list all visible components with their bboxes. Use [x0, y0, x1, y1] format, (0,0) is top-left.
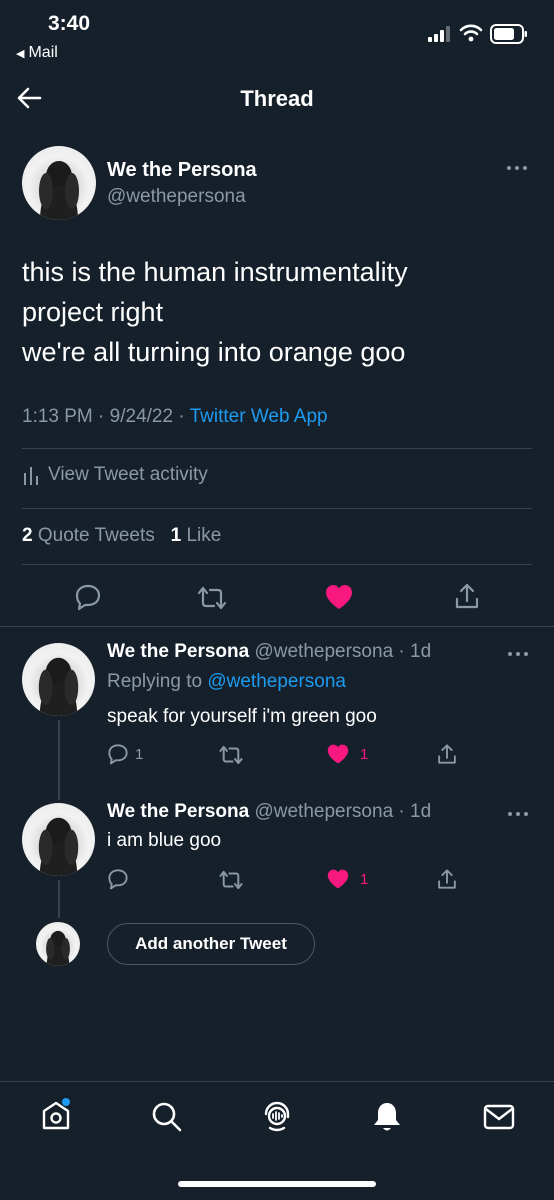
- home-icon[interactable]: [40, 1098, 72, 1132]
- like-count: 1: [360, 870, 369, 888]
- replying-to: Replying to @wethepersona: [107, 671, 346, 693]
- avatar[interactable]: [22, 803, 95, 876]
- wifi-icon: [459, 24, 483, 42]
- view-tweet-activity-link[interactable]: View Tweet activity: [22, 464, 208, 486]
- add-another-tweet-button[interactable]: Add another Tweet: [107, 923, 315, 965]
- author-name[interactable]: We the Persona: [107, 159, 257, 182]
- reply-author-handle[interactable]: @wethepersona: [254, 801, 393, 822]
- activity-label: View Tweet activity: [48, 464, 208, 485]
- reply-text: i am blue goo: [107, 830, 222, 851]
- like-heart-icon: [326, 868, 350, 890]
- divider: [22, 508, 532, 509]
- back-triangle-icon: ◀: [16, 47, 25, 60]
- divider: [22, 564, 532, 565]
- engagement-stats: 2 Quote Tweets 1 Like: [22, 525, 221, 547]
- avatar[interactable]: [36, 922, 80, 966]
- tweet-date: 9/24/22: [109, 406, 174, 427]
- reply-count: 1: [135, 745, 144, 763]
- author-handle[interactable]: @wethepersona: [107, 186, 246, 208]
- signal-icon: [428, 26, 450, 42]
- reply-text: speak for yourself i'm green goo: [107, 706, 377, 727]
- spaces-icon[interactable]: [260, 1099, 294, 1133]
- separator-dot: ·: [178, 406, 190, 427]
- tweet-text-line: we're all turning into orange goo: [22, 337, 406, 367]
- reply-header: We the Persona @wethepersona · 1d: [107, 801, 431, 823]
- like-action-group[interactable]: 1: [326, 868, 368, 890]
- quote-label: Quote Tweets: [37, 525, 155, 546]
- search-icon[interactable]: [151, 1101, 183, 1133]
- likes-link[interactable]: 1 Like: [171, 525, 222, 546]
- page-title: Thread: [240, 86, 314, 111]
- reply-icon: [107, 743, 129, 765]
- home-indicator: [178, 1181, 376, 1187]
- tweet-text-line: project right: [22, 297, 164, 327]
- back-app-label: Mail: [28, 44, 58, 61]
- share-icon[interactable]: [436, 742, 458, 766]
- reply-icon[interactable]: [74, 583, 102, 611]
- retweet-icon[interactable]: [218, 744, 244, 766]
- share-icon[interactable]: [436, 867, 458, 891]
- more-options-icon[interactable]: [507, 810, 529, 818]
- like-heart-icon[interactable]: [324, 583, 354, 611]
- like-action-group[interactable]: 1: [326, 743, 368, 765]
- separator-dot: ·: [393, 641, 411, 662]
- separator-dot: ·: [393, 801, 411, 822]
- retweet-icon[interactable]: [218, 869, 244, 891]
- tweet-timestamp: 1:13 PM · 9/24/22 · Twitter Web App: [22, 406, 328, 428]
- divider: [22, 448, 532, 449]
- reply-icon[interactable]: [107, 868, 129, 890]
- reply-age: 1d: [410, 641, 432, 662]
- avatar[interactable]: [22, 643, 95, 716]
- thread-connector-line: [58, 720, 60, 800]
- notifications-icon[interactable]: [371, 1100, 403, 1134]
- like-count: 1: [360, 745, 369, 763]
- tweet-text: this is the human instrumentality projec…: [22, 252, 408, 372]
- reply-author-name[interactable]: We the Persona: [107, 801, 249, 822]
- analytics-icon: [22, 465, 40, 485]
- thread-connector-line: [58, 880, 60, 918]
- back-to-app-link[interactable]: ◀ Mail: [16, 44, 58, 62]
- battery-icon: [490, 24, 528, 44]
- separator-dot: ·: [98, 406, 110, 427]
- reply-age: 1d: [410, 801, 432, 822]
- quote-count: 2: [22, 525, 33, 546]
- reply-header: We the Persona @wethepersona · 1d: [107, 641, 431, 663]
- like-heart-icon: [326, 743, 350, 765]
- divider: [0, 626, 554, 627]
- retweet-icon[interactable]: [196, 585, 228, 611]
- more-options-icon[interactable]: [507, 650, 529, 658]
- quote-tweets-link[interactable]: 2 Quote Tweets: [22, 525, 160, 546]
- tweet-time: 1:13 PM: [22, 406, 93, 427]
- reply-author-handle[interactable]: @wethepersona: [254, 641, 393, 662]
- messages-icon[interactable]: [483, 1103, 515, 1131]
- more-options-icon[interactable]: [505, 164, 529, 172]
- reply-author-name[interactable]: We the Persona: [107, 641, 249, 662]
- like-label: Like: [186, 525, 222, 546]
- replying-to-handle-link[interactable]: @wethepersona: [207, 671, 346, 692]
- status-time: 3:40: [48, 12, 91, 35]
- avatar[interactable]: [22, 146, 96, 220]
- replying-to-prefix: Replying to: [107, 671, 203, 692]
- tweet-source-link[interactable]: Twitter Web App: [190, 406, 328, 427]
- reply-action-group[interactable]: 1: [107, 743, 143, 765]
- share-icon[interactable]: [453, 581, 481, 611]
- like-count: 1: [170, 525, 182, 546]
- divider: [0, 1081, 554, 1082]
- tweet-text-line: this is the human instrumentality: [22, 257, 408, 287]
